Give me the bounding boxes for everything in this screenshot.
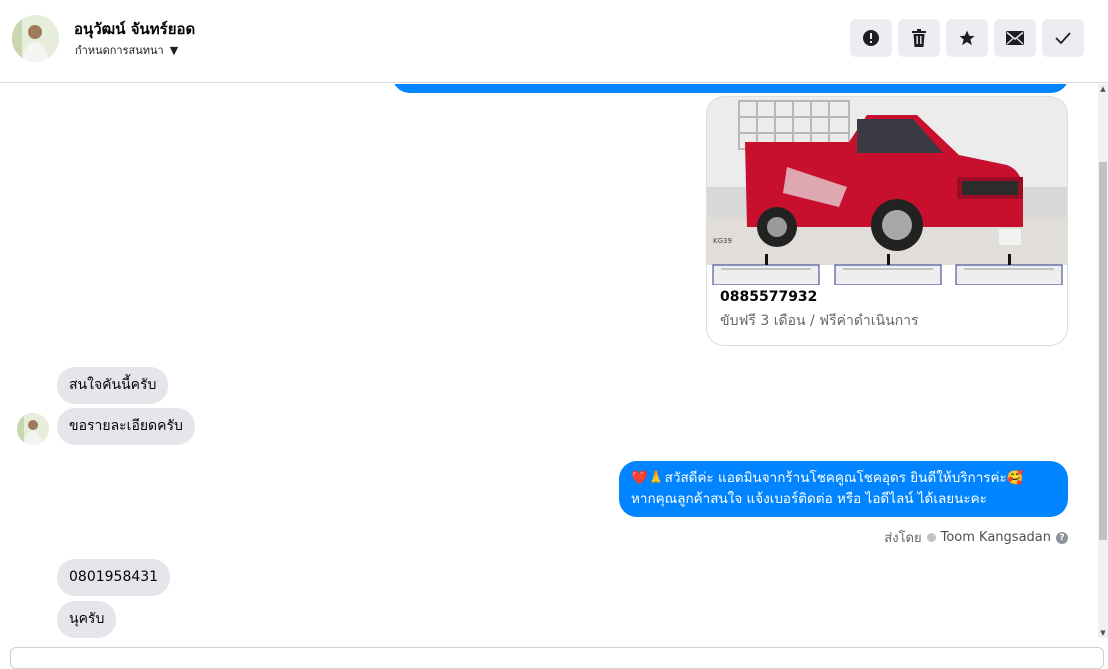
sent-by-info: ส่งโดย Toom Kangsadan ? — [884, 527, 1068, 548]
star-button[interactable] — [946, 19, 988, 57]
scroll-down-icon[interactable]: ▼ — [1098, 628, 1108, 638]
trash-icon — [912, 29, 926, 47]
scroll-up-icon[interactable]: ▲ — [1098, 84, 1108, 94]
done-button[interactable] — [1042, 19, 1084, 57]
incoming-message[interactable]: 0801958431 — [57, 559, 171, 596]
incoming-message[interactable]: ขอรายละเอียดครับ — [57, 408, 195, 445]
svg-text:KG39: KG39 — [713, 237, 732, 245]
outgoing-message[interactable]: ❤️🙏สวัสดีค่ะ แอดมินจากร้านโชคคูณโชคอุดร … — [619, 461, 1068, 517]
conversation-schedule-dropdown[interactable]: กำหนดการสนทนา ▼ — [75, 41, 178, 59]
incoming-message[interactable]: นุครับ — [57, 601, 117, 638]
mail-icon — [1006, 31, 1024, 45]
star-icon — [959, 30, 975, 46]
product-card[interactable]: KG39 0885577932 ขับฟรี 3 เดือน / ฟรีค่าด… — [706, 96, 1068, 346]
mark-unread-button[interactable] — [994, 19, 1036, 57]
caret-down-icon: ▼ — [169, 43, 179, 57]
help-icon[interactable]: ? — [1056, 531, 1068, 544]
sent-by-name[interactable]: Toom Kangsadan — [941, 530, 1051, 545]
thread-scrollbar[interactable]: ▲ ▼ — [1098, 84, 1108, 638]
conversation-header: อนุวัฒน์ จันทร์ยอด กำหนดการสนทนา ▼ — [0, 0, 1108, 83]
truck-image[interactable]: KG39 — [707, 97, 1067, 286]
header-actions — [850, 19, 1084, 57]
message-composer[interactable] — [10, 647, 1104, 669]
card-phone-number: 0885577932 — [720, 289, 818, 305]
check-icon — [1055, 32, 1071, 45]
incoming-message[interactable]: สนใจคันนี้ครับ — [57, 367, 169, 404]
report-button[interactable] — [850, 19, 892, 57]
contact-name[interactable]: อนุวัฒน์ จันทร์ยอด — [74, 17, 195, 41]
message-thread[interactable]: KG39 0885577932 ขับฟรี 3 เดือน / ฟรีค่าด… — [0, 84, 1098, 638]
sent-by-label: ส่งโดย — [884, 531, 922, 546]
outgoing-message-bubble — [392, 84, 1069, 93]
outgoing-message-line: หากคุณลูกค้าสนใจ แจ้งเบอร์ติดต่อ หรือ ไอ… — [631, 491, 987, 507]
contact-avatar[interactable] — [12, 15, 59, 62]
scroll-thumb[interactable] — [1099, 162, 1107, 540]
schedule-label: กำหนดการสนทนา — [75, 44, 164, 57]
delete-button[interactable] — [898, 19, 940, 57]
alert-icon — [863, 30, 879, 46]
verified-icon — [926, 533, 936, 542]
outgoing-message-line: ❤️🙏สวัสดีค่ะ แอดมินจากร้านโชคคูณโชคอุดร … — [631, 470, 1024, 486]
card-subtitle: ขับฟรี 3 เดือน / ฟรีค่าดำเนินการ — [720, 313, 919, 329]
sender-avatar[interactable] — [17, 413, 49, 445]
